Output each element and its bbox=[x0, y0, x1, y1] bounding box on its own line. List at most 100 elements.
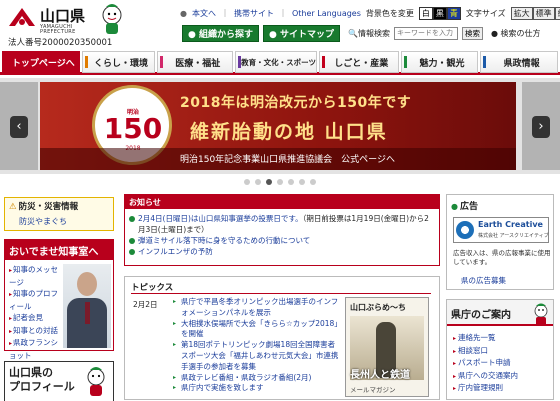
governor-link-text[interactable]: 知事との対話 bbox=[13, 326, 58, 335]
carousel-dot[interactable] bbox=[244, 179, 250, 185]
nav-education[interactable]: 教育・文化・スポーツ bbox=[235, 51, 317, 73]
carousel-dot[interactable] bbox=[266, 179, 272, 185]
font-standard-button[interactable]: 標準 bbox=[532, 6, 555, 20]
governor-link-text[interactable]: 県政フランショット bbox=[9, 338, 58, 360]
topic-link[interactable]: 県庁で平昌冬季オリンピック出場選手のインフォメーションパネルを展示 bbox=[181, 297, 338, 317]
topic-link[interactable]: 第18回ポテトリンピック劇場18回全国障害者スポーツ大会「福井しあわせ元気大会」… bbox=[181, 340, 338, 371]
mascot-icon bbox=[102, 4, 122, 34]
topics-date: 2月2日 bbox=[133, 300, 158, 309]
nav-government-label: 県政情報 bbox=[503, 58, 540, 69]
prefecture-profile-box[interactable]: 山口県の プロフィール bbox=[4, 361, 114, 401]
guide-link[interactable]: 庁内管理規則 bbox=[458, 383, 503, 392]
feature-caption: 長州人と鉄道 bbox=[350, 370, 410, 381]
nav-government[interactable]: 県政情報 bbox=[480, 51, 558, 73]
carousel-dot[interactable] bbox=[277, 179, 283, 185]
nav-work[interactable]: しごと・産業 bbox=[318, 51, 399, 73]
nav-living[interactable]: くらし・環境 bbox=[81, 51, 156, 73]
topic-item: 県庁で平昌冬季オリンピック出場選手のインフォメーションパネルを展示 bbox=[173, 297, 339, 319]
skip-to-content-link[interactable]: 本文へ bbox=[192, 8, 216, 19]
search-howto-link[interactable]: ● 検索の仕方 bbox=[491, 28, 541, 39]
carousel-dot[interactable] bbox=[288, 179, 294, 185]
topic-item: 県庁内で実施を致します bbox=[173, 383, 339, 394]
governor-box: おいでませ知事室へ 知事のメッセージ 知事のプロフィール 記者会見 知事との対話… bbox=[4, 239, 114, 360]
nav-top[interactable]: トップページへ bbox=[2, 51, 80, 73]
governor-photo-tie bbox=[85, 302, 90, 324]
prefecture-emblem-icon bbox=[9, 8, 35, 26]
org-search-button[interactable]: ● 組織から探す bbox=[182, 24, 260, 42]
carousel-dot[interactable] bbox=[310, 179, 316, 185]
topic-feature-image[interactable]: 山口ぶらめ～ち 長州人と鉄道 メールマガジン bbox=[345, 297, 429, 397]
bg-black-button[interactable]: 黒 bbox=[432, 6, 447, 20]
guide-link[interactable]: パスポート申請 bbox=[458, 358, 511, 367]
governor-link-text[interactable]: 知事のメッセージ bbox=[9, 265, 58, 287]
governor-link-text[interactable]: 記者会見 bbox=[13, 313, 43, 322]
topic-link[interactable]: 大相撲水俣場所で大会「きらら☆カップ2018」を開催 bbox=[181, 319, 338, 339]
guide-link[interactable]: 連絡先一覧 bbox=[458, 333, 496, 342]
guide-link[interactable]: 県庁への交通案内 bbox=[458, 371, 518, 380]
carousel-next-button[interactable]: › bbox=[532, 116, 550, 138]
profile-title-line2: プロフィール bbox=[9, 380, 75, 393]
carousel-dot[interactable] bbox=[255, 179, 261, 185]
bg-color-label: 背景色を変更 bbox=[365, 8, 414, 18]
governor-photo-head bbox=[77, 272, 97, 296]
logo-text: 山口県 bbox=[40, 7, 86, 25]
banner-line3: 明治150年記念事業山口県推進協議会 公式ページへ bbox=[180, 155, 395, 165]
topic-link[interactable]: 県庁内で実施を致します bbox=[181, 383, 264, 392]
profile-title: 山口県の プロフィール bbox=[9, 366, 75, 394]
topics-divider bbox=[131, 293, 431, 294]
font-size-label: 文字サイズ bbox=[465, 8, 506, 18]
topic-item: 第18回ポテトリンピック劇場18回全国障害者スポーツ大会「福井しあわせ元気大会」… bbox=[173, 340, 339, 372]
governor-link-text[interactable]: 知事のプロフィール bbox=[9, 289, 58, 311]
search-label-text: 情報検索 bbox=[358, 28, 390, 38]
governor-link[interactable]: 県政フランショット bbox=[9, 337, 61, 361]
governor-link[interactable]: 知事のプロフィール bbox=[9, 288, 61, 312]
topic-item: 大相撲水俣場所で大会「きらら☆カップ2018」を開催 bbox=[173, 319, 339, 341]
nav-living-label: くらし・環境 bbox=[94, 58, 149, 69]
governor-link[interactable]: 知事との対話 bbox=[9, 325, 61, 338]
seal-number: 150 bbox=[103, 112, 163, 145]
font-large-button[interactable]: 拡大 bbox=[510, 6, 533, 20]
governor-photo bbox=[63, 264, 111, 348]
search-howto-label: 検索の仕方 bbox=[500, 28, 541, 38]
ad-banner[interactable]: Earth Creative 株式会社 アースクリエイティブ bbox=[453, 217, 549, 243]
ad-recruit-link[interactable]: 県の広告募集 bbox=[461, 275, 506, 286]
global-nav: トップページへ くらし・環境 医療・福祉 教育・文化・スポーツ しごと・産業 魅… bbox=[0, 49, 560, 75]
disaster-link[interactable]: 防災やまぐち bbox=[19, 216, 67, 227]
guide-item: 県庁への交通案内 bbox=[453, 370, 518, 383]
nav-tourism[interactable]: 魅力・観光 bbox=[400, 51, 479, 73]
mobile-site-link[interactable]: 携帯サイト bbox=[234, 8, 274, 19]
bg-white-button[interactable]: 白 bbox=[418, 6, 433, 20]
nav-education-label: 教育・文化・スポーツ bbox=[241, 57, 316, 67]
guide-link[interactable]: 相談窓口 bbox=[458, 346, 488, 355]
banner-line2: 維新胎動の地 山口県 bbox=[190, 121, 388, 143]
topic-link[interactable]: 県政テレビ番組・県政ラジオ番組(2月) bbox=[181, 373, 311, 382]
notice-item-link[interactable]: 弾道ミサイル落下時に身を守るための行動について bbox=[138, 236, 310, 245]
nav-tourism-label: 魅力・観光 bbox=[419, 58, 465, 69]
profile-title-line1: 山口県の bbox=[9, 366, 53, 379]
governor-link[interactable]: 知事のメッセージ bbox=[9, 264, 61, 288]
ad-description: 広告収入は、県の広報事業に使用しています。 bbox=[453, 249, 551, 266]
notice-item-link[interactable]: インフルエンザの予防 bbox=[138, 247, 213, 256]
bg-blue-button[interactable]: 青 bbox=[446, 6, 461, 20]
disaster-title: 防災・災害情報 bbox=[9, 200, 79, 212]
prefecture-logo[interactable]: 山口県 YAMAGUCHI PREFECTURE 法人番号20000203500… bbox=[4, 3, 174, 48]
guide-list: 連絡先一覧 相談窓口 パスポート申請 県庁への交通案内 庁内管理規則 bbox=[453, 332, 518, 395]
disaster-info-box: 防災・災害情報 防災やまぐち bbox=[4, 197, 114, 231]
carousel-dot[interactable] bbox=[299, 179, 305, 185]
governor-link[interactable]: 記者会見 bbox=[9, 312, 61, 325]
search-input[interactable] bbox=[394, 26, 458, 40]
search-button[interactable]: 検索 bbox=[462, 26, 483, 40]
nav-medical[interactable]: 医療・福祉 bbox=[157, 51, 234, 73]
nav-medical-label: 医療・福祉 bbox=[175, 58, 221, 69]
sitemap-button[interactable]: ● サイトマップ bbox=[263, 24, 341, 42]
governor-title[interactable]: おいでませ知事室へ bbox=[5, 240, 113, 260]
guide-item: パスポート申請 bbox=[453, 357, 518, 370]
util-sep: ｜ bbox=[220, 8, 229, 18]
meiji150-banner[interactable]: 明治 150 2018 2018年は明治改元から150年です 維新胎動の地 山口… bbox=[40, 82, 516, 170]
carousel-prev-button[interactable]: ‹ bbox=[10, 116, 28, 138]
font-small-button[interactable]: 縮小 bbox=[554, 6, 560, 20]
notice-item: 2月4日(日曜日)は山口県知事選挙の投票日です。（期日前投票は1月19日(金曜日… bbox=[129, 213, 435, 235]
topic-item: 県政テレビ番組・県政ラジオ番組(2月) bbox=[173, 373, 339, 384]
notice-item-link[interactable]: 2月4日(日曜日)は山口県知事選挙の投票日です。 bbox=[138, 214, 303, 223]
other-languages-link[interactable]: Other Languages bbox=[292, 9, 361, 18]
